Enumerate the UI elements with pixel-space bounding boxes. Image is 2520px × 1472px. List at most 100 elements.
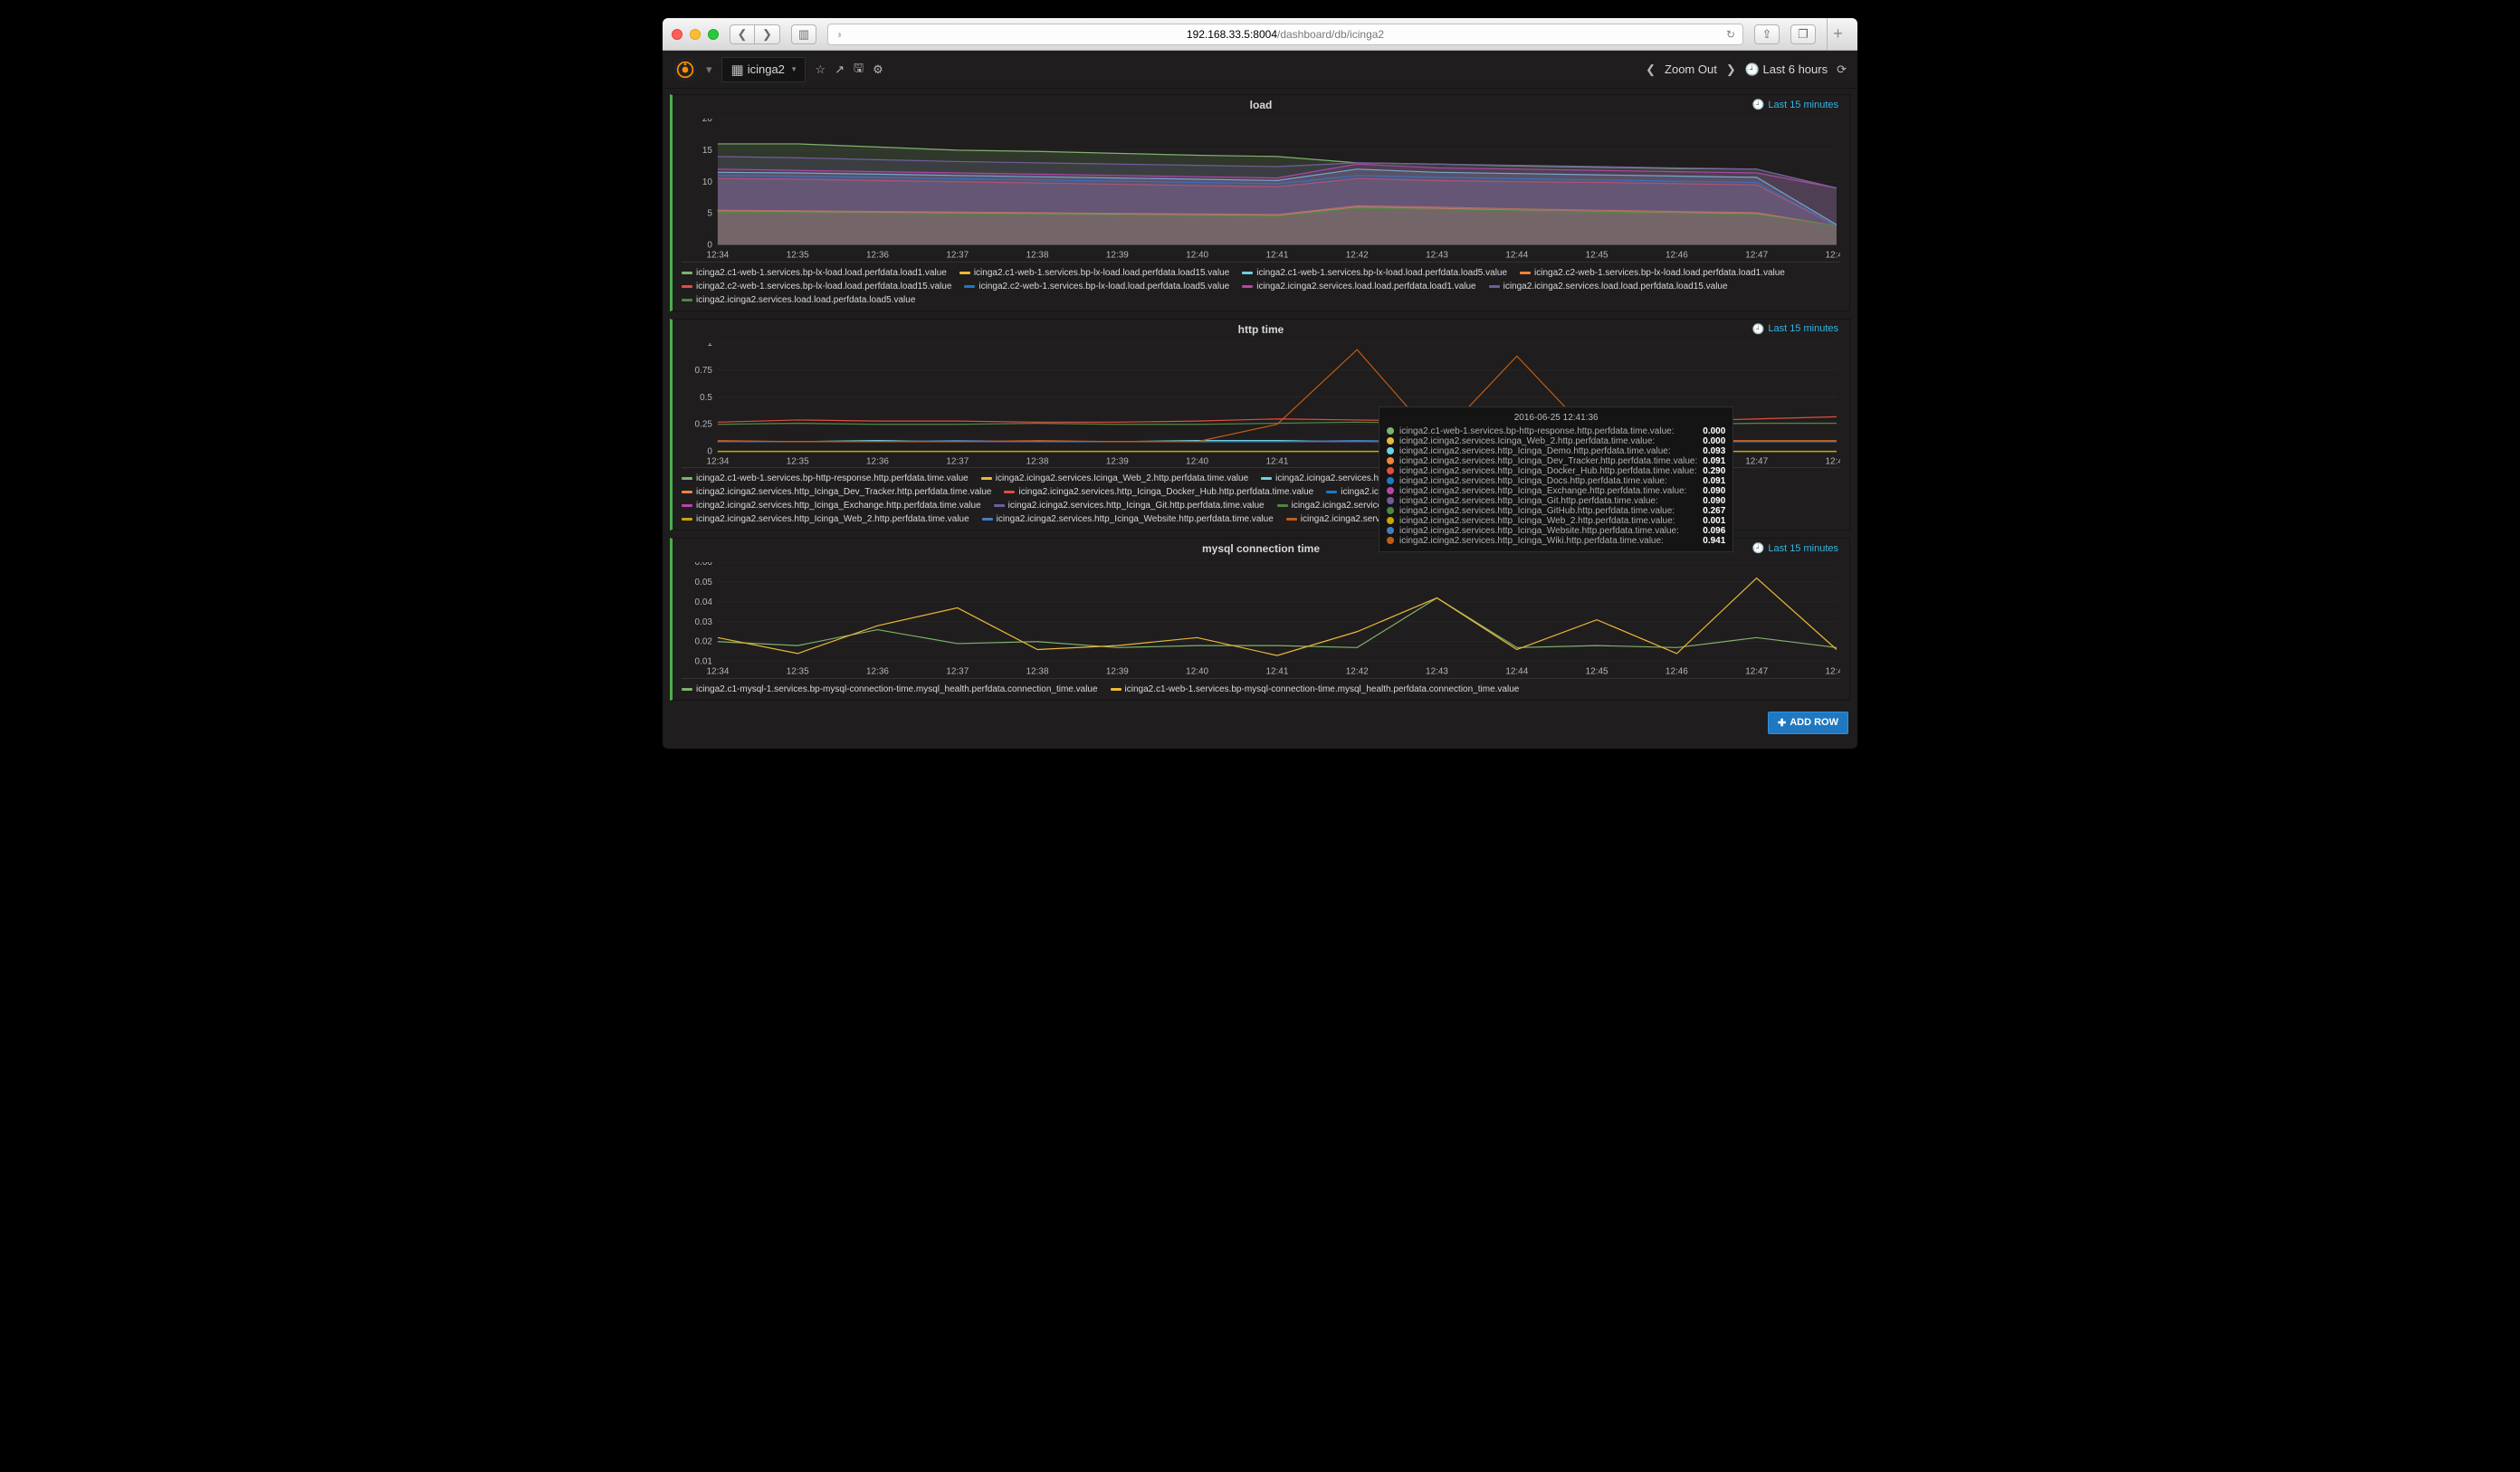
svg-text:12:48: 12:48 xyxy=(1826,251,1840,261)
share-icon[interactable]: ↗ xyxy=(835,62,845,77)
svg-text:12:48: 12:48 xyxy=(1826,456,1840,466)
time-fwd-icon[interactable]: ❯ xyxy=(1726,62,1736,77)
legend-item[interactable]: icinga2.c1-mysql-1.services.bp-mysql-con… xyxy=(682,684,1098,694)
save-icon[interactable]: 🖫 xyxy=(854,60,864,80)
svg-text:0.04: 0.04 xyxy=(695,597,713,607)
site-info-icon[interactable]: ◑ xyxy=(835,28,842,41)
svg-text:12:39: 12:39 xyxy=(1106,456,1129,466)
tooltip-timestamp: 2016-06-25 12:41:36 xyxy=(1387,413,1725,423)
legend-item[interactable]: icinga2.c2-web-1.services.bp-lx-load.loa… xyxy=(964,282,1229,292)
svg-text:12:41: 12:41 xyxy=(1265,456,1288,466)
maximize-icon[interactable] xyxy=(708,29,719,40)
legend-item[interactable]: icinga2.icinga2.services.http_Icinga_Git… xyxy=(994,501,1265,511)
svg-text:12:45: 12:45 xyxy=(1586,667,1608,677)
panel-title[interactable]: http time xyxy=(682,323,1840,336)
url-host: 192.168.33.5:8004 xyxy=(1187,28,1277,41)
grafana-logo[interactable] xyxy=(673,58,697,81)
legend: icinga2.c1-web-1.services.bp-lx-load.loa… xyxy=(682,268,1840,305)
svg-text:12:45: 12:45 xyxy=(1586,251,1608,261)
tooltip-row: icinga2.icinga2.services.http_Icinga_Web… xyxy=(1387,516,1725,526)
svg-text:12:40: 12:40 xyxy=(1186,456,1208,466)
share-button[interactable]: ⇪ xyxy=(1754,24,1780,44)
svg-text:12:40: 12:40 xyxy=(1186,667,1208,677)
tabs-button[interactable]: ❐ xyxy=(1790,24,1816,44)
legend-item[interactable]: icinga2.c1-web-1.services.bp-http-respon… xyxy=(682,473,969,483)
svg-text:12:44: 12:44 xyxy=(1505,251,1528,261)
legend-item[interactable]: icinga2.c1-web-1.services.bp-lx-load.loa… xyxy=(959,268,1229,278)
close-icon[interactable] xyxy=(672,29,682,40)
legend-item[interactable]: icinga2.icinga2.services.Icinga_Web_2.ht… xyxy=(981,473,1248,483)
panel-load: load🕘 Last 15 minutes 0510152012:3412:351… xyxy=(670,94,1850,311)
svg-text:12:47: 12:47 xyxy=(1745,251,1768,261)
tooltip-row: icinga2.c1-web-1.services.bp-http-respon… xyxy=(1387,426,1725,436)
panel-range[interactable]: 🕘 Last 15 minutes xyxy=(1752,542,1838,554)
legend-item[interactable]: icinga2.icinga2.services.http_Icinga_Web… xyxy=(982,514,1274,524)
add-row-button[interactable]: ✚ ADD ROW xyxy=(1768,712,1848,734)
svg-text:1: 1 xyxy=(707,343,712,349)
time-range-picker[interactable]: 🕘 Last 6 hours xyxy=(1745,62,1828,77)
sidebar-toggle[interactable]: ▥ xyxy=(791,24,816,44)
legend-item[interactable]: icinga2.c1-web-1.services.bp-mysql-conne… xyxy=(1111,684,1520,694)
legend-item[interactable]: icinga2.icinga2.services.load.load.perfd… xyxy=(1242,282,1475,292)
legend-item[interactable]: icinga2.icinga2.services.load.load.perfd… xyxy=(1489,282,1728,292)
star-icon[interactable]: ☆ xyxy=(815,62,826,77)
svg-text:20: 20 xyxy=(702,119,713,124)
svg-text:0.02: 0.02 xyxy=(695,637,713,647)
svg-text:12:35: 12:35 xyxy=(787,456,809,466)
panel-title[interactable]: mysql connection time xyxy=(682,542,1840,555)
legend-item[interactable]: icinga2.c2-web-1.services.bp-lx-load.loa… xyxy=(682,282,951,292)
refresh-icon[interactable]: ⟳ xyxy=(1837,62,1847,77)
tooltip-row: icinga2.icinga2.services.http_Icinga_Git… xyxy=(1387,506,1725,516)
svg-text:12:35: 12:35 xyxy=(787,251,809,261)
legend-item[interactable]: icinga2.c1-web-1.services.bp-lx-load.loa… xyxy=(682,268,947,278)
new-tab-button[interactable]: + xyxy=(1827,18,1848,50)
panel-range[interactable]: 🕘 Last 15 minutes xyxy=(1752,99,1838,110)
legend-item[interactable]: icinga2.icinga2.services.http_Icinga_Exc… xyxy=(682,501,981,511)
chart-area[interactable]: 00.250.50.75112:3412:3512:3612:3712:3812… xyxy=(682,343,1840,469)
tooltip-row: icinga2.icinga2.services.http_Icinga_Doc… xyxy=(1387,476,1725,486)
reload-icon[interactable]: ↻ xyxy=(1726,28,1735,41)
svg-text:12:41: 12:41 xyxy=(1265,667,1288,677)
dashboard-picker[interactable]: ▦ icinga2 ▾ xyxy=(721,57,807,82)
panel-title[interactable]: load xyxy=(682,99,1840,111)
panel-range[interactable]: 🕘 Last 15 minutes xyxy=(1752,323,1838,335)
svg-text:12:48: 12:48 xyxy=(1826,667,1840,677)
svg-text:0.05: 0.05 xyxy=(695,578,713,588)
dashboard-body: load🕘 Last 15 minutes0510152012:3412:351… xyxy=(663,89,1857,749)
back-button[interactable]: ❮ xyxy=(730,24,755,44)
tooltip-row: icinga2.icinga2.services.http_Icinga_Doc… xyxy=(1387,466,1725,476)
legend-item[interactable]: icinga2.c2-web-1.services.bp-lx-load.loa… xyxy=(1520,268,1785,278)
url-path: /dashboard/db/icinga2 xyxy=(1277,28,1384,41)
svg-text:12:43: 12:43 xyxy=(1426,251,1448,261)
window-controls xyxy=(672,29,719,40)
chart-area[interactable]: 0510152012:3412:3512:3612:3712:3812:3912… xyxy=(682,119,1840,263)
svg-text:12:38: 12:38 xyxy=(1026,456,1049,466)
time-back-icon[interactable]: ❮ xyxy=(1646,62,1656,77)
minimize-icon[interactable] xyxy=(690,29,701,40)
panel-http: http time🕘 Last 15 minutes00.250.50.7511… xyxy=(670,319,1850,531)
legend-item[interactable]: icinga2.icinga2.services.http_Icinga_Doc… xyxy=(1004,487,1313,497)
settings-icon[interactable]: ⚙ xyxy=(873,62,883,77)
svg-text:12:36: 12:36 xyxy=(866,456,889,466)
legend-item[interactable]: icinga2.icinga2.services.http_Icinga_Dev… xyxy=(682,487,991,497)
svg-text:0.25: 0.25 xyxy=(695,419,713,429)
svg-text:12:35: 12:35 xyxy=(787,667,809,677)
svg-text:12:44: 12:44 xyxy=(1505,667,1528,677)
zoom-out-button[interactable]: Zoom Out xyxy=(1665,62,1717,76)
legend-item[interactable]: icinga2.icinga2.services.http_Icinga_Web… xyxy=(682,514,969,524)
logo-caret-icon[interactable]: ▾ xyxy=(706,62,712,77)
svg-text:12:41: 12:41 xyxy=(1265,251,1288,261)
chart-area[interactable]: 0.010.020.030.040.050.0612:3412:3512:361… xyxy=(682,562,1840,679)
svg-text:12:39: 12:39 xyxy=(1106,667,1129,677)
address-bar[interactable]: ◑ 192.168.33.5:8004/dashboard/db/icinga2… xyxy=(827,24,1743,45)
tooltip-row: icinga2.icinga2.services.http_Icinga_Exc… xyxy=(1387,486,1725,496)
svg-text:12:37: 12:37 xyxy=(946,456,969,466)
legend-item[interactable]: icinga2.icinga2.services.load.load.perfd… xyxy=(682,295,915,305)
forward-button[interactable]: ❯ xyxy=(755,24,780,44)
dashboard-name: icinga2 xyxy=(748,62,785,76)
panel-header: load🕘 Last 15 minutes xyxy=(682,99,1840,115)
tooltip-row: icinga2.icinga2.services.http_Icinga_Dev… xyxy=(1387,456,1725,466)
svg-text:12:38: 12:38 xyxy=(1026,667,1049,677)
legend-item[interactable]: icinga2.c1-web-1.services.bp-lx-load.loa… xyxy=(1242,268,1507,278)
clock-icon: 🕘 xyxy=(1752,542,1765,554)
